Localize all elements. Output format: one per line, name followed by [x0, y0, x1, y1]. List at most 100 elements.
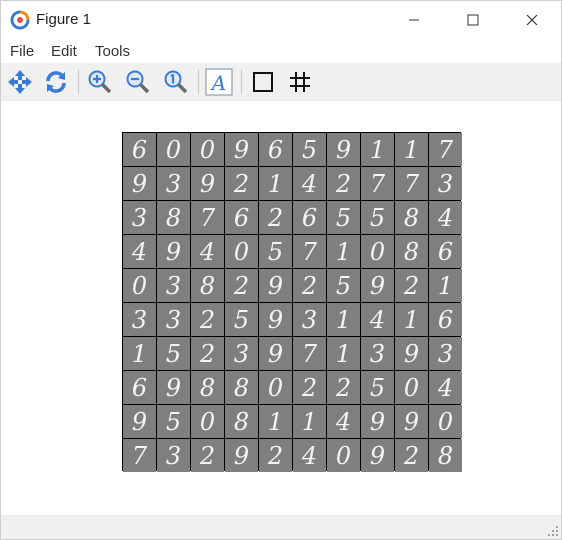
move-arrows-icon — [8, 70, 32, 94]
minimize-icon — [409, 19, 419, 21]
digit-cell: 6 — [429, 235, 462, 268]
digit-cell: 8 — [157, 201, 190, 234]
digit-cell: 0 — [327, 439, 360, 472]
title-bar[interactable]: Figure 1 — [1, 1, 561, 39]
digit-cell: 5 — [259, 235, 292, 268]
digit-cell: 8 — [395, 201, 428, 234]
digit-cell: 6 — [123, 371, 156, 404]
digit-cell: 6 — [293, 201, 326, 234]
digit-cell: 2 — [293, 371, 326, 404]
digit-cell: 0 — [157, 133, 190, 166]
digit-cell: 2 — [225, 269, 258, 302]
digit-cell: 6 — [225, 201, 258, 234]
digit-cell: 4 — [361, 303, 394, 336]
digit-cell: 9 — [157, 371, 190, 404]
digit-cell: 0 — [191, 133, 224, 166]
digit-cell: 6 — [429, 303, 462, 336]
square-icon — [253, 72, 273, 92]
digit-cell: 7 — [191, 201, 224, 234]
box-button[interactable] — [248, 67, 278, 97]
close-icon — [526, 14, 538, 26]
digit-cell: 9 — [361, 269, 394, 302]
maximize-icon — [467, 14, 479, 26]
pan-tool-button[interactable] — [5, 67, 35, 97]
digit-cell: 9 — [259, 269, 292, 302]
zoom-in-button[interactable] — [85, 67, 115, 97]
window-title: Figure 1 — [36, 11, 92, 28]
digit-cell: 9 — [123, 405, 156, 438]
digit-cell: 7 — [429, 133, 462, 166]
close-button[interactable] — [509, 1, 555, 39]
digit-cell: 0 — [259, 371, 292, 404]
digit-cell: 3 — [123, 201, 156, 234]
digit-cell: 2 — [191, 303, 224, 336]
maximize-button[interactable] — [450, 1, 496, 39]
zoom-out-button[interactable] — [123, 67, 153, 97]
digit-image-grid: 6009659117939214277338762655844940571086… — [122, 132, 462, 472]
zoom-reset-button[interactable] — [161, 67, 191, 97]
digit-cell: 2 — [395, 269, 428, 302]
resize-grip-icon[interactable] — [547, 525, 559, 537]
digit-cell: 0 — [123, 269, 156, 302]
toolbar-separator — [78, 69, 79, 95]
digit-cell: 3 — [361, 337, 394, 370]
digit-cell: 9 — [361, 405, 394, 438]
digit-cell: 6 — [123, 133, 156, 166]
digit-cell: 0 — [429, 405, 462, 438]
digit-cell: 1 — [395, 303, 428, 336]
digit-cell: 2 — [225, 167, 258, 200]
digit-cell: 5 — [361, 201, 394, 234]
digit-cell: 3 — [157, 303, 190, 336]
digit-cell: 3 — [157, 439, 190, 472]
digit-cell: 4 — [123, 235, 156, 268]
digit-cell: 9 — [361, 439, 394, 472]
digit-cell: 9 — [327, 133, 360, 166]
figure-canvas[interactable]: 6009659117939214277338762655844940571086… — [1, 101, 561, 515]
digit-cell: 9 — [259, 337, 292, 370]
grid-button[interactable] — [285, 67, 315, 97]
menu-tools[interactable]: Tools — [95, 43, 130, 60]
digit-cell: 8 — [225, 371, 258, 404]
zoom-one-icon — [164, 70, 188, 94]
font-a-icon: A — [205, 68, 233, 96]
digit-cell: 2 — [395, 439, 428, 472]
digit-cell: 4 — [293, 167, 326, 200]
digit-cell: 2 — [191, 337, 224, 370]
minimize-button[interactable] — [391, 1, 437, 39]
zoom-in-icon — [88, 70, 112, 94]
digit-cell: 9 — [157, 235, 190, 268]
digit-cell: 1 — [293, 405, 326, 438]
menu-bar: File Edit Tools — [1, 39, 561, 63]
digit-cell: 2 — [327, 371, 360, 404]
digit-cell: 9 — [123, 167, 156, 200]
digit-cell: 3 — [123, 303, 156, 336]
digit-cell: 8 — [191, 269, 224, 302]
digit-cell: 1 — [361, 133, 394, 166]
zoom-out-icon — [126, 70, 150, 94]
digit-cell: 1 — [123, 337, 156, 370]
digit-cell: 3 — [429, 337, 462, 370]
digit-cell: 5 — [361, 371, 394, 404]
digit-cell: 9 — [395, 337, 428, 370]
menu-file[interactable]: File — [10, 43, 34, 60]
figure-window: Figure 1 File Edit Tools A 6 0 0 9 6 5 9… — [0, 0, 562, 540]
digit-cell: 0 — [395, 371, 428, 404]
digit-cell: 1 — [327, 337, 360, 370]
digit-cell: 4 — [293, 439, 326, 472]
text-style-button[interactable]: A — [204, 67, 234, 97]
toolbar-separator — [241, 69, 242, 95]
digit-cell: 4 — [429, 371, 462, 404]
digit-cell: 3 — [157, 167, 190, 200]
digit-cell: 2 — [259, 201, 292, 234]
refresh-button[interactable] — [41, 67, 71, 97]
digit-cell: 3 — [429, 167, 462, 200]
digit-cell: 8 — [225, 405, 258, 438]
grid-hash-icon — [290, 72, 310, 92]
svg-text:A: A — [210, 71, 226, 95]
digit-cell: 8 — [429, 439, 462, 472]
digit-cell: 9 — [191, 167, 224, 200]
digit-cell: 9 — [225, 439, 258, 472]
menu-edit[interactable]: Edit — [51, 43, 77, 60]
digit-cell: 3 — [157, 269, 190, 302]
digit-cell: 7 — [361, 167, 394, 200]
